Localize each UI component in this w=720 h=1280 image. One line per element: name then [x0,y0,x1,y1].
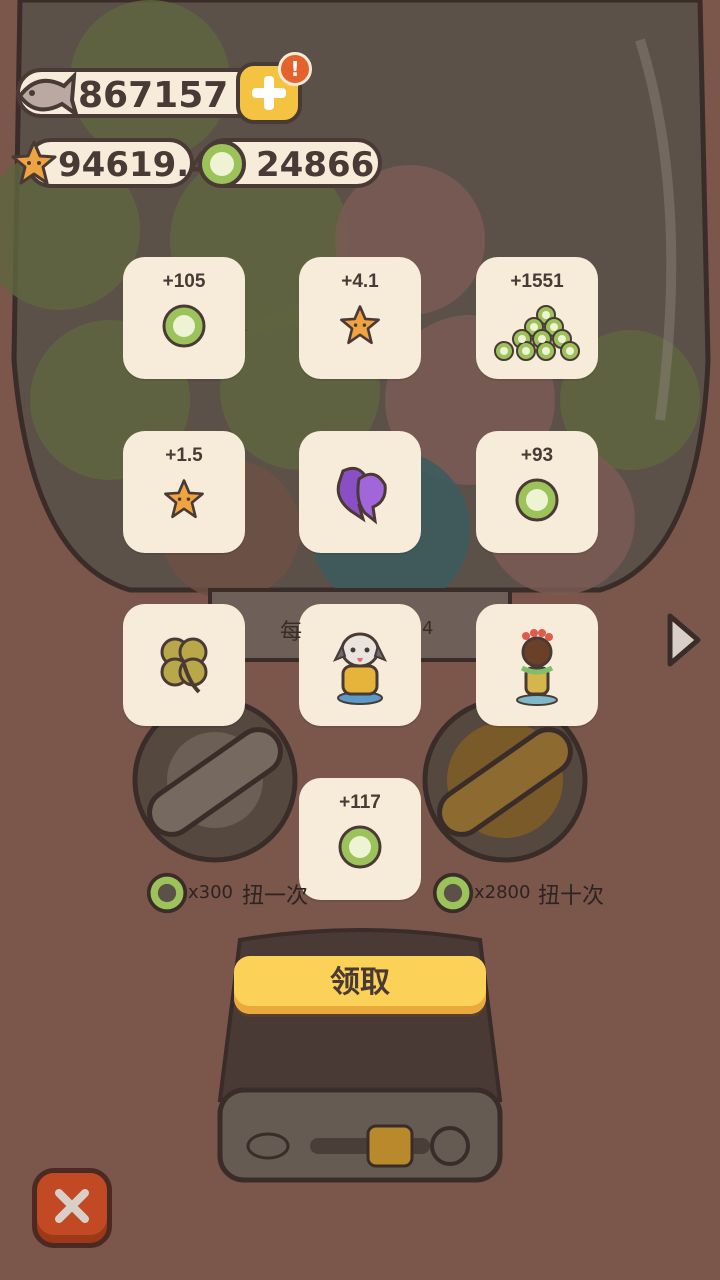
coin-icon [162,304,206,348]
coin-currency-value: 24866 [256,145,375,185]
coin-icon [338,825,382,869]
reward-card: +1.5 [123,431,245,553]
reward-amount: +93 [520,445,554,466]
coin-icon [515,478,559,522]
reward-amount: +105 [162,271,206,292]
next-arrow-icon[interactable] [662,610,706,670]
reward-amount: +1551 [510,271,564,292]
fish-icon [17,70,78,118]
hidden-info-text-left: 每 [280,620,303,645]
star-icon [11,140,57,185]
reward-card: +105 [123,257,245,379]
spin-once-button[interactable]: x300 扭一次 [146,870,316,916]
coin-pile-icon [494,305,580,361]
spin-ten-cost: x2800 [474,882,531,903]
coin-icon [198,140,246,188]
close-icon [55,1189,89,1223]
reward-card [123,604,245,726]
reward-card: +4.1 [299,257,421,379]
hidden-info-text-right: 4 [422,618,434,639]
close-button[interactable] [32,1168,112,1248]
fish-currency-value: 867157 [78,75,229,116]
reward-card: +117 [299,778,421,900]
spin-once-label: 扭一次 [242,884,309,909]
spin-once-cost: x300 [188,882,234,903]
reward-card [299,431,421,553]
star-currency-value: 94619.4 [58,145,213,185]
star-icon [340,305,380,345]
spin-ten-button[interactable]: x2800 扭十次 [432,870,622,916]
star-icon [164,479,204,519]
claim-button[interactable]: 领取 [234,956,486,1014]
reading-dog-figure-icon [332,632,388,705]
reward-card: +93 [476,431,598,553]
purple-fish-icon [336,466,387,525]
clover-icon [160,637,208,694]
reward-amount: +1.5 [165,445,203,466]
reward-card: +1551 [476,257,598,379]
alert-badge: ! [278,52,312,86]
reward-amount: +117 [339,792,381,813]
spin-ten-label: 扭十次 [538,884,605,909]
hula-dog-figure-icon [516,629,558,706]
coin-icon [432,872,474,914]
coin-icon [146,872,188,914]
reward-card [299,604,421,726]
reward-amount: +4.1 [341,271,379,292]
reward-card [476,604,598,726]
